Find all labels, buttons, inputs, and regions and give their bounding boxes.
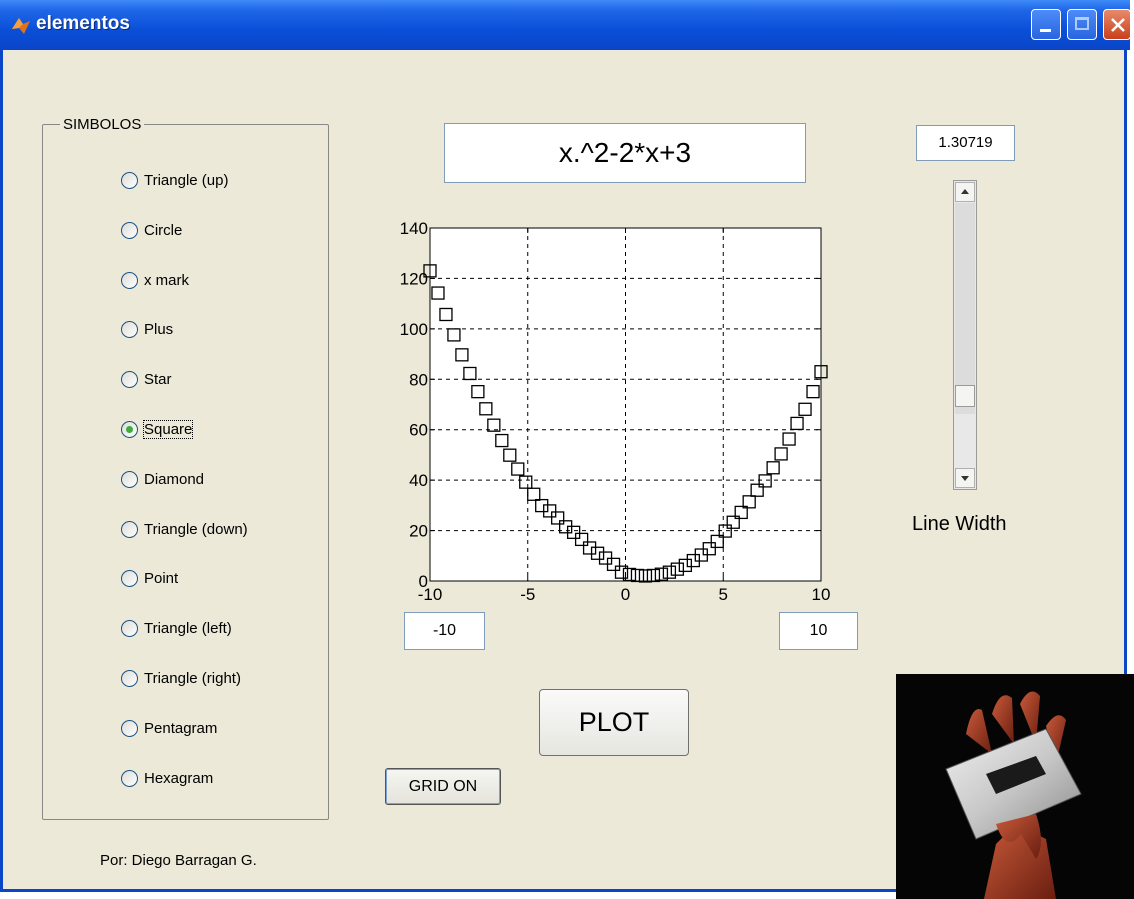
radio-button-icon[interactable]	[121, 370, 138, 388]
radio-label: Triangle (right)	[144, 669, 241, 687]
matlab-icon	[12, 18, 30, 34]
line-width-label: Line Width	[912, 513, 1007, 535]
radio-button-icon[interactable]	[121, 320, 138, 338]
arrow-up-icon	[961, 189, 969, 194]
radio-label: Circle	[144, 221, 183, 239]
y-tick-label: 40	[409, 471, 428, 490]
album-cover-image	[896, 674, 1134, 899]
maximize-button[interactable]	[1067, 9, 1097, 40]
y-tick-label: 80	[409, 370, 428, 389]
symbols-panel-title: SIMBOLOS	[60, 116, 145, 133]
x-tick-label: 10	[812, 585, 831, 603]
symbol-radio-star[interactable]: Star	[121, 369, 172, 389]
title-bar[interactable]: elementos	[0, 0, 1131, 50]
plot-button[interactable]: PLOT	[539, 689, 689, 756]
x-tick-label: -5	[520, 585, 535, 603]
x-min-input[interactable]: -10	[404, 612, 485, 650]
radio-label: Diamond	[144, 470, 205, 488]
radio-button-icon[interactable]	[121, 719, 138, 737]
radio-button-icon[interactable]	[121, 769, 138, 787]
function-input[interactable]: x.^2-2*x+3	[444, 123, 806, 183]
close-icon	[1111, 18, 1125, 32]
close-button[interactable]	[1103, 9, 1131, 40]
radio-label: Triangle (up)	[144, 171, 229, 189]
minimize-icon	[1040, 29, 1051, 32]
radio-label: Triangle (left)	[144, 619, 232, 637]
line-width-value[interactable]: 1.30719	[916, 125, 1015, 161]
radio-label: Square	[142, 419, 194, 439]
radio-label: x mark	[144, 271, 189, 289]
minimize-button[interactable]	[1031, 9, 1061, 40]
symbol-radio-triangle-left[interactable]: Triangle (left)	[121, 618, 232, 638]
function-plot: -10 -5 0 5 10020406080100120140	[400, 219, 831, 603]
symbol-radio-square[interactable]: Square	[121, 419, 194, 439]
radio-button-icon[interactable]	[121, 619, 138, 637]
y-tick-label: 140	[400, 219, 428, 238]
line-width-slider[interactable]	[953, 180, 977, 490]
symbol-radio-diamond[interactable]: Diamond	[121, 469, 204, 489]
y-tick-label: 0	[419, 572, 428, 591]
arrow-down-icon	[961, 476, 969, 481]
radio-label: Star	[144, 370, 172, 388]
radio-button-icon[interactable]	[121, 221, 138, 239]
symbol-radio-point[interactable]: Point	[121, 568, 178, 588]
symbol-radio-triangle-right[interactable]: Triangle (right)	[121, 668, 241, 688]
radio-label: Pentagram	[144, 719, 218, 737]
y-tick-label: 100	[400, 320, 428, 339]
y-tick-label: 20	[409, 522, 428, 541]
radio-button-icon[interactable]	[121, 420, 138, 438]
album-cover-art	[945, 691, 1082, 899]
x-tick-label: 0	[621, 585, 630, 603]
radio-label: Point	[144, 569, 179, 587]
symbol-radio-triangle-down[interactable]: Triangle (down)	[121, 519, 248, 539]
slider-track[interactable]	[955, 203, 975, 414]
radio-button-icon[interactable]	[121, 569, 138, 587]
radio-button-icon[interactable]	[121, 171, 138, 189]
radio-button-icon[interactable]	[121, 669, 138, 687]
radio-button-icon[interactable]	[121, 520, 138, 538]
maximize-icon	[1075, 17, 1089, 30]
symbol-radio-circle[interactable]: Circle	[121, 220, 182, 240]
radio-button-icon[interactable]	[121, 271, 138, 289]
y-tick-label: 60	[409, 421, 428, 440]
radio-label: Triangle (down)	[144, 520, 248, 538]
x-max-input[interactable]: 10	[779, 612, 858, 650]
grid-toggle-button[interactable]: GRID ON	[385, 768, 501, 805]
window-title: elementos	[36, 13, 130, 34]
radio-label: Hexagram	[144, 769, 214, 787]
symbol-radio-hexagram[interactable]: Hexagram	[121, 768, 213, 788]
symbol-radio-triangle-up[interactable]: Triangle (up)	[121, 170, 228, 190]
slider-down-button[interactable]	[955, 468, 975, 488]
symbol-radio-pentagram[interactable]: Pentagram	[121, 718, 217, 738]
author-label: Por: Diego Barragan G.	[100, 852, 257, 869]
symbol-radio-plus[interactable]: Plus	[121, 319, 173, 339]
slider-up-button[interactable]	[955, 182, 975, 202]
radio-label: Plus	[144, 320, 174, 338]
x-tick-label: 5	[719, 585, 728, 603]
radio-button-icon[interactable]	[121, 470, 138, 488]
slider-thumb[interactable]	[955, 385, 975, 407]
symbol-radio-x-mark[interactable]: x mark	[121, 270, 189, 290]
